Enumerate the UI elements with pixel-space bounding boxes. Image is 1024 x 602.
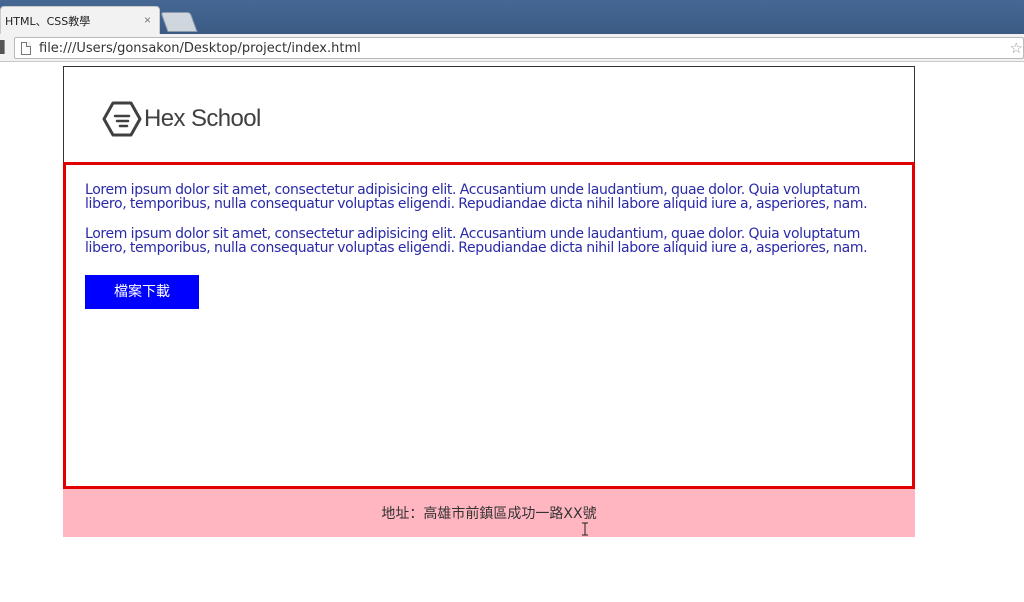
bookmark-star-icon[interactable]: ☆ xyxy=(1010,39,1023,57)
new-tab-button[interactable] xyxy=(160,12,198,32)
browser-tab[interactable]: HTML、CSS教學 × xyxy=(0,6,160,34)
logo-text: Hex School xyxy=(144,105,261,132)
toolbar-button-icon[interactable]: ▌ xyxy=(0,40,6,54)
paragraph: Lorem ipsum dolor sit amet, consectetur … xyxy=(85,182,868,212)
paragraph: Lorem ipsum dolor sit amet, consectetur … xyxy=(85,226,868,256)
logo[interactable]: Hex School xyxy=(102,101,261,137)
page-icon xyxy=(21,41,31,55)
tab-title: HTML、CSS教學 xyxy=(5,14,91,28)
footer-address: 地址：高雄市前鎮區成功一路XX號 xyxy=(381,506,597,522)
hexagon-logo-icon xyxy=(102,101,142,137)
download-button[interactable]: 檔案下載 xyxy=(85,275,199,309)
address-bar[interactable]: file:///Users/gonsakon/Desktop/project/i… xyxy=(14,37,1024,59)
site-header: Hex School xyxy=(63,66,915,162)
site-footer: 地址：高雄市前鎮區成功一路XX號 xyxy=(63,489,915,537)
url-text[interactable]: file:///Users/gonsakon/Desktop/project/i… xyxy=(39,41,361,56)
main-content-box: Lorem ipsum dolor sit amet, consectetur … xyxy=(63,162,915,489)
tab-close-icon[interactable]: × xyxy=(144,13,151,27)
browser-toolbar: ▌ file:///Users/gonsakon/Desktop/project… xyxy=(0,34,1024,62)
page-wrapper: Hex School Lorem ipsum dolor sit amet, c… xyxy=(63,66,915,537)
text-cursor-icon xyxy=(582,522,588,536)
browser-tab-strip: HTML、CSS教學 × xyxy=(0,0,1024,34)
